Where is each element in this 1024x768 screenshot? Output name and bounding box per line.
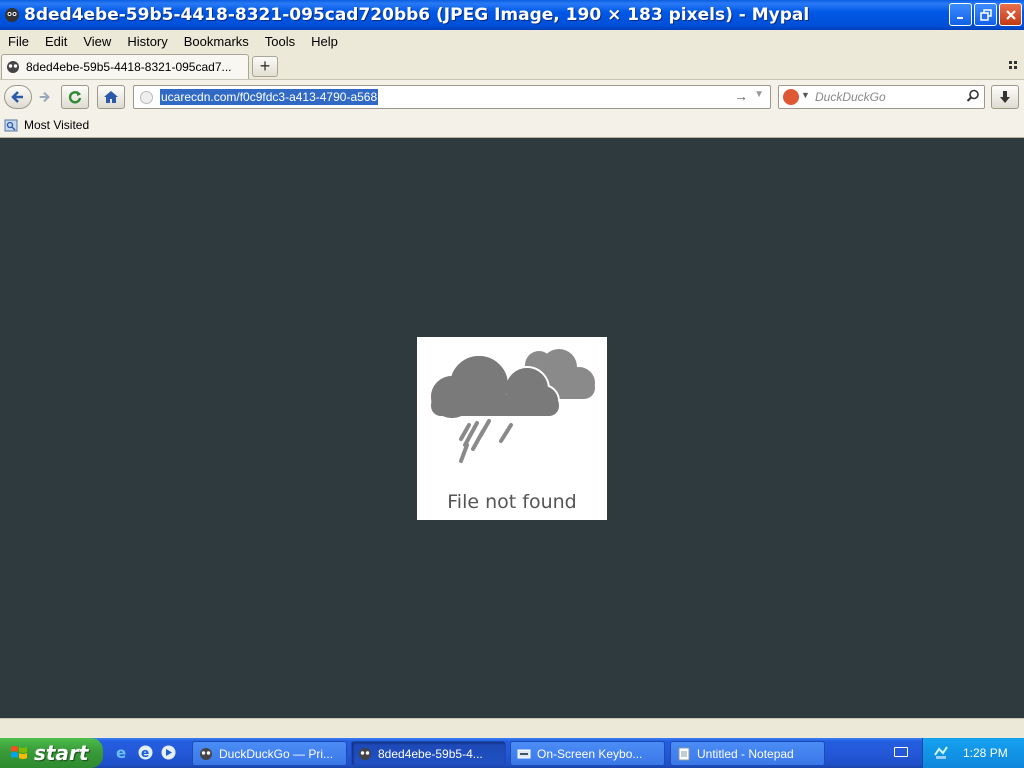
- url-input[interactable]: ucarecdn.com/f0c9fdc3-a413-4790-a568: [160, 89, 379, 105]
- browser-e-icon[interactable]: e: [137, 744, 154, 761]
- restore-icon: [979, 8, 992, 21]
- svg-text:e: e: [116, 744, 126, 761]
- url-bar[interactable]: ucarecdn.com/f0c9fdc3-a413-4790-a568 → ▼: [133, 85, 771, 109]
- tab-favicon-icon: [7, 61, 19, 73]
- new-tab-button[interactable]: +: [252, 56, 278, 77]
- task-label: On-Screen Keybo...: [537, 746, 643, 761]
- forward-arrow-icon: [39, 91, 50, 103]
- start-button[interactable]: start: [0, 738, 103, 768]
- engine-dropdown-icon[interactable]: ▼: [801, 90, 810, 100]
- windows-logo-icon: [11, 746, 27, 759]
- bookmark-most-visited[interactable]: Most Visited: [24, 118, 89, 132]
- close-icon: [1005, 9, 1016, 20]
- internet-explorer-icon[interactable]: e: [114, 744, 131, 761]
- reload-icon: [68, 91, 82, 104]
- bookmarks-toolbar: Most Visited: [0, 113, 1024, 138]
- tab-label: 8ded4ebe-59b5-4418-8321-095cad7...: [26, 60, 232, 74]
- site-identity-icon[interactable]: [140, 91, 153, 104]
- back-button[interactable]: [4, 85, 32, 109]
- quick-launch: e e: [114, 744, 177, 761]
- close-button[interactable]: [999, 3, 1022, 26]
- taskbar-item-notepad[interactable]: Untitled - Notepad: [670, 741, 825, 766]
- media-player-icon[interactable]: [160, 744, 177, 761]
- search-input[interactable]: DuckDuckGo: [815, 90, 886, 104]
- page-content: File not found: [0, 138, 1024, 718]
- menu-tools[interactable]: Tools: [257, 34, 303, 49]
- windows-taskbar: start e e DuckDuckGo — Pri... 8ded4ebe-5…: [0, 738, 1024, 768]
- home-button[interactable]: [97, 85, 125, 109]
- keyboard-icon: [517, 749, 531, 758]
- menu-bar: File Edit View History Bookmarks Tools H…: [0, 30, 1024, 53]
- tab-strip: 8ded4ebe-59b5-4418-8321-095cad7... +: [0, 53, 1024, 79]
- navigation-toolbar: ucarecdn.com/f0c9fdc3-a413-4790-a568 → ▼…: [0, 79, 1024, 113]
- window-title: 8ded4ebe-59b5-4418-8321-095cad720bb6 (JP…: [24, 5, 810, 25]
- mypal-app-icon: [5, 8, 19, 22]
- taskbar-item-on-screen-keyboard[interactable]: On-Screen Keybo...: [510, 741, 665, 766]
- taskbar-item-duckduckgo[interactable]: DuckDuckGo — Pri...: [192, 741, 347, 766]
- tray-status-icon[interactable]: [933, 745, 949, 761]
- menu-file[interactable]: File: [0, 34, 37, 49]
- url-history-dropdown-icon[interactable]: ▼: [754, 89, 764, 100]
- go-arrow-icon[interactable]: →: [734, 88, 748, 104]
- menu-view[interactable]: View: [75, 34, 119, 49]
- clock[interactable]: 1:28 PM: [963, 746, 1008, 760]
- notepad-icon: [678, 747, 690, 760]
- forward-button[interactable]: [32, 85, 56, 109]
- duckduckgo-engine-icon[interactable]: [783, 89, 799, 105]
- file-not-found-text: File not found: [447, 491, 577, 513]
- title-bar[interactable]: 8ded4ebe-59b5-4418-8321-095cad720bb6 (JP…: [0, 0, 1024, 30]
- back-arrow-icon: [11, 91, 23, 103]
- start-label: start: [34, 741, 89, 765]
- mypal-app-icon: [359, 747, 371, 760]
- status-bar: [0, 718, 1024, 738]
- search-icon[interactable]: [966, 89, 980, 103]
- minimize-icon: [956, 16, 963, 19]
- language-bar-keyboard-icon[interactable]: [894, 747, 908, 757]
- home-icon: [104, 91, 118, 103]
- svg-text:e: e: [141, 746, 149, 760]
- menu-help[interactable]: Help: [303, 34, 346, 49]
- task-label: DuckDuckGo — Pri...: [219, 746, 334, 761]
- taskbar-item-image[interactable]: 8ded4ebe-59b5-4...: [351, 741, 506, 766]
- task-label: Untitled - Notepad: [697, 746, 794, 761]
- system-tray: 1:28 PM: [922, 738, 1024, 768]
- plus-icon: +: [259, 56, 271, 76]
- tab-image[interactable]: 8ded4ebe-59b5-4418-8321-095cad7...: [1, 54, 249, 79]
- restore-button[interactable]: [974, 3, 997, 26]
- menu-edit[interactable]: Edit: [37, 34, 75, 49]
- list-all-tabs-icon[interactable]: [1008, 60, 1018, 70]
- rain-cloud-icon: [429, 349, 595, 463]
- displayed-image[interactable]: File not found: [417, 337, 607, 520]
- mypal-app-icon: [200, 747, 212, 760]
- menu-history[interactable]: History: [119, 34, 175, 49]
- downloads-button[interactable]: [991, 85, 1019, 109]
- most-visited-folder-icon: [4, 119, 18, 131]
- download-arrow-icon: [1000, 91, 1010, 103]
- task-label: 8ded4ebe-59b5-4...: [378, 746, 483, 761]
- search-bar[interactable]: ▼ DuckDuckGo: [778, 85, 985, 109]
- menu-bookmarks[interactable]: Bookmarks: [176, 34, 257, 49]
- minimize-button[interactable]: [949, 3, 972, 26]
- reload-button[interactable]: [61, 85, 89, 109]
